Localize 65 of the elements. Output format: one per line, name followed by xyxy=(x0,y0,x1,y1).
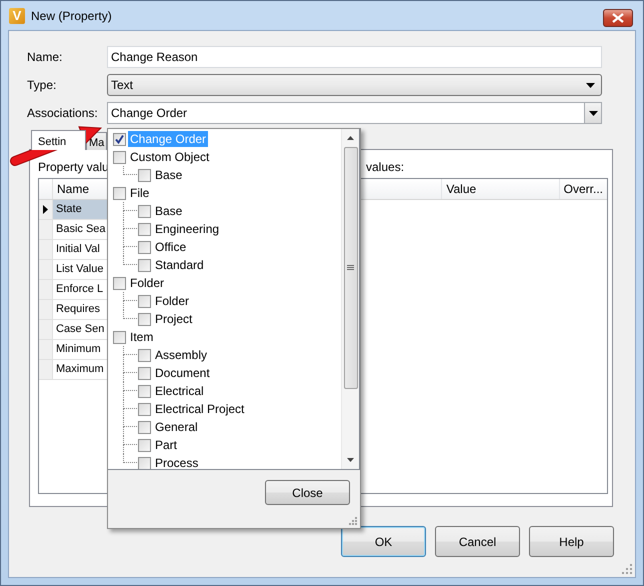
resize-grip-icon[interactable] xyxy=(349,517,357,525)
dialog-button[interactable]: Cancel xyxy=(435,526,520,557)
tab[interactable]: Settin xyxy=(31,130,86,150)
tree-item[interactable]: Base xyxy=(153,167,184,183)
resize-grip-icon[interactable] xyxy=(622,564,632,574)
tree-item[interactable]: Standard xyxy=(153,257,206,273)
checkbox[interactable] xyxy=(138,420,151,434)
caret-icon xyxy=(588,110,598,116)
column-header[interactable]: Overr... xyxy=(560,179,607,199)
checkbox[interactable] xyxy=(138,168,151,182)
checkbox[interactable] xyxy=(113,330,126,344)
checkbox[interactable] xyxy=(138,438,151,452)
tree-item[interactable]: Engineering xyxy=(153,221,222,237)
tree-item[interactable]: Project xyxy=(153,311,194,327)
checkbox[interactable] xyxy=(138,312,151,326)
checkbox[interactable] xyxy=(138,456,151,469)
tree-item[interactable]: Folder xyxy=(153,293,192,309)
tree-item[interactable]: Part xyxy=(153,437,180,453)
dialog-button[interactable]: Help xyxy=(529,526,614,557)
type-dropdown[interactable]: Text xyxy=(107,74,602,96)
tree-item[interactable]: Process xyxy=(153,455,200,469)
checkbox[interactable] xyxy=(138,384,151,398)
tree-item[interactable]: Electrical xyxy=(153,383,206,399)
checkbox[interactable] xyxy=(138,258,151,272)
tree-item[interactable]: Custom Object xyxy=(128,149,212,165)
tree-item[interactable]: File xyxy=(128,185,152,201)
checkbox[interactable] xyxy=(138,204,151,218)
column-header[interactable]: Value xyxy=(442,179,560,199)
tree-item[interactable]: Base xyxy=(153,203,184,219)
tree-item[interactable]: Document xyxy=(153,365,212,381)
checkbox[interactable] xyxy=(113,186,126,200)
name-field[interactable]: Change Reason xyxy=(107,46,602,68)
scrollbar[interactable] xyxy=(341,129,359,469)
close-window-button[interactable] xyxy=(603,9,633,27)
caption-text: values: xyxy=(366,160,406,174)
scroll-down-icon[interactable] xyxy=(347,458,354,462)
field-label: Associations: xyxy=(27,106,99,120)
checkbox[interactable] xyxy=(138,222,151,236)
tree-item[interactable]: General xyxy=(153,419,200,435)
caret-icon xyxy=(586,82,595,88)
tree-item[interactable]: Item xyxy=(128,329,156,345)
checkbox[interactable] xyxy=(138,294,151,308)
associations-combo[interactable]: Change Order xyxy=(107,102,602,124)
window-title: New (Property) xyxy=(31,8,112,22)
tree-item[interactable]: Electrical Project xyxy=(153,401,246,417)
field-label: Name: xyxy=(27,50,64,64)
tree-item[interactable]: Office xyxy=(153,239,188,255)
tree-item[interactable]: Assembly xyxy=(153,347,210,363)
checkbox[interactable] xyxy=(138,366,151,380)
current-row-icon xyxy=(43,205,48,214)
checkbox[interactable] xyxy=(138,348,151,362)
checkbox[interactable] xyxy=(113,150,126,164)
checkbox[interactable] xyxy=(138,240,151,254)
scroll-up-icon[interactable] xyxy=(347,136,354,140)
dialog-button[interactable]: OK xyxy=(341,526,426,557)
row-header[interactable] xyxy=(39,200,53,220)
grip-lines-icon xyxy=(347,265,354,271)
tree-item[interactable]: Folder xyxy=(128,275,166,291)
app-logo-icon: V xyxy=(9,8,25,24)
checkbox[interactable] xyxy=(113,132,126,146)
field-label: Type: xyxy=(27,78,58,92)
close-button[interactable]: Close xyxy=(265,480,350,505)
close-icon xyxy=(612,13,624,23)
checkbox[interactable] xyxy=(113,276,126,290)
checkbox[interactable] xyxy=(138,402,151,416)
